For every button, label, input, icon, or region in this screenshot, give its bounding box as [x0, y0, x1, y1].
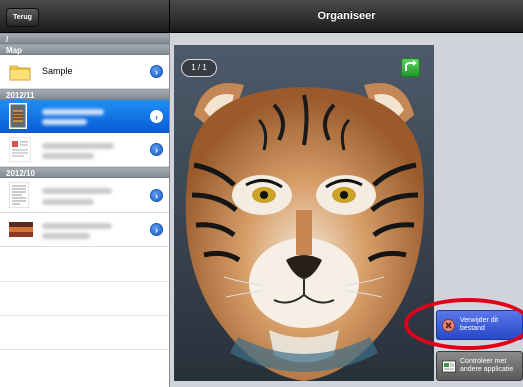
file-date-redacted — [42, 199, 94, 205]
rotate-button[interactable] — [401, 58, 420, 77]
folder-row-sample[interactable]: Sample › — [0, 55, 169, 89]
file-row-3[interactable]: › — [0, 178, 169, 213]
disclosure-icon[interactable]: › — [150, 189, 163, 202]
disclosure-icon[interactable]: › — [150, 65, 163, 78]
folder-icon — [9, 65, 31, 81]
empty-row-divider — [0, 315, 169, 316]
back-button[interactable]: Terug — [6, 8, 39, 27]
file-row-4[interactable]: › — [0, 213, 169, 247]
filename-text-redacted — [42, 143, 114, 149]
tiger-thumbnail — [9, 103, 27, 129]
document-thumbnail — [9, 182, 29, 208]
file-row-2[interactable]: › — [0, 133, 169, 167]
top-bar: Terug Organiseer — [0, 0, 523, 33]
filename-text-redacted — [42, 188, 112, 194]
highlight-circle — [404, 298, 523, 350]
section-header-2012-10: 2012/10 — [0, 167, 169, 178]
filename-text-redacted — [42, 223, 112, 229]
section-header-map: Map — [0, 44, 169, 55]
filename-text-redacted — [42, 109, 104, 115]
file-date-redacted — [42, 233, 90, 239]
document-thumbnail — [9, 137, 31, 162]
rotate-icon — [405, 60, 417, 71]
empty-row-divider — [0, 349, 169, 350]
section-header-2012-11: 2012/11 — [0, 89, 169, 100]
open-in-other-app-button[interactable]: Controleer met andere applicatie — [436, 351, 523, 381]
file-row-1[interactable]: › — [0, 100, 169, 133]
file-sidebar: / Map Sample › 2012/11 › › 2012/10 › › — [0, 33, 170, 387]
tiger-photo[interactable] — [174, 45, 434, 381]
disclosure-icon[interactable]: › — [150, 143, 163, 156]
page-title: Organiseer — [317, 10, 376, 22]
empty-row-divider — [0, 281, 169, 282]
disclosure-icon[interactable]: › — [150, 110, 163, 123]
folder-label: Sample — [42, 66, 73, 76]
path-header: / — [0, 33, 169, 44]
file-date-redacted — [42, 119, 87, 125]
photo-thumbnail — [9, 222, 33, 237]
open-in-app-icon — [442, 360, 456, 373]
open-in-other-app-label: Controleer met andere applicatie — [460, 358, 514, 373]
page-indicator: 1 / 1 — [181, 59, 217, 77]
disclosure-icon[interactable]: › — [150, 223, 163, 236]
file-date-redacted — [42, 153, 94, 159]
